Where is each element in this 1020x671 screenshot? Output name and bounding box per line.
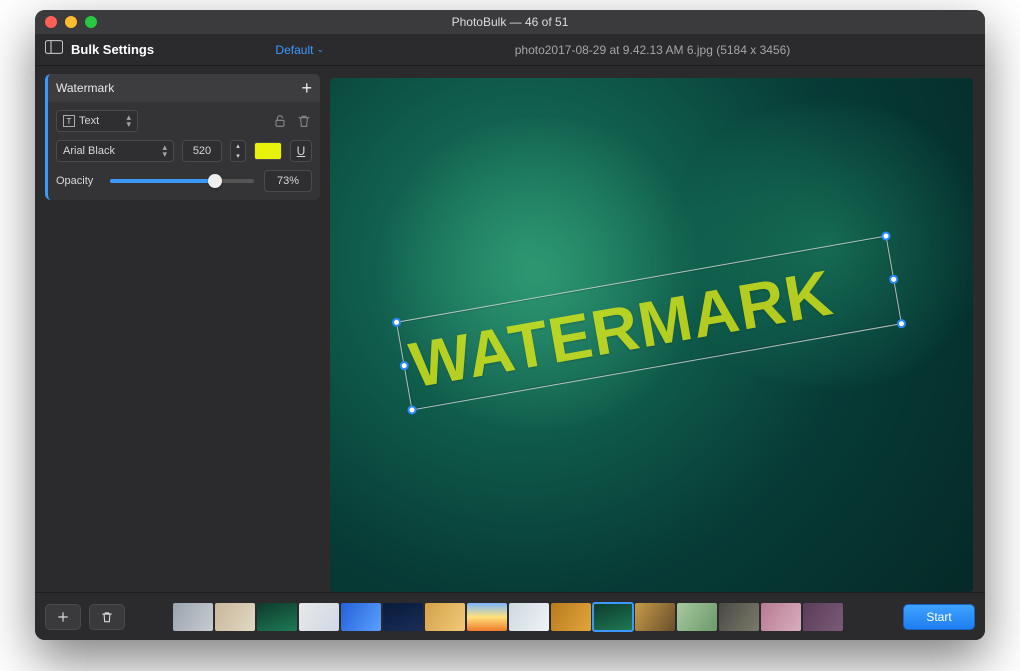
thumbnail[interactable] xyxy=(299,603,339,631)
app-window: PhotoBulk — 46 of 51 Bulk Settings Defau… xyxy=(35,10,985,640)
chevron-up-icon: ▴ xyxy=(231,141,245,151)
delete-images-button[interactable] xyxy=(89,604,125,630)
watermark-type-label: Text xyxy=(79,115,99,127)
chevron-down-icon: ⌄ xyxy=(316,44,324,55)
thumbnail[interactable] xyxy=(257,603,297,631)
watermark-panel: Watermark + T Text ▴▾ xyxy=(45,74,320,200)
slider-thumb[interactable] xyxy=(208,174,222,188)
text-type-icon: T xyxy=(63,115,75,127)
thumbnail[interactable] xyxy=(593,603,633,631)
watermark-panel-header[interactable]: Watermark + xyxy=(48,74,320,102)
font-dropdown[interactable]: Arial Black ▴▾ xyxy=(56,140,174,162)
thumbnail[interactable] xyxy=(551,603,591,631)
watermark-type-dropdown[interactable]: T Text ▴▾ xyxy=(56,110,138,132)
stepper-icon: ▴▾ xyxy=(162,144,167,158)
trash-icon[interactable] xyxy=(296,113,312,129)
color-swatch[interactable] xyxy=(254,142,282,160)
thumbnail[interactable] xyxy=(215,603,255,631)
thumbnail[interactable] xyxy=(635,603,675,631)
thumbnail[interactable] xyxy=(509,603,549,631)
window-title: PhotoBulk — 46 of 51 xyxy=(35,15,985,29)
watermark-section-title: Watermark xyxy=(56,81,114,95)
font-size-stepper[interactable]: ▴▾ xyxy=(230,140,246,162)
trash-icon xyxy=(100,610,114,624)
lock-open-icon[interactable] xyxy=(272,113,288,129)
titlebar: PhotoBulk — 46 of 51 xyxy=(35,10,985,34)
thumbnail[interactable] xyxy=(383,603,423,631)
thumbnail[interactable] xyxy=(341,603,381,631)
chevron-down-icon: ▾ xyxy=(231,151,245,161)
thumbnail[interactable] xyxy=(761,603,801,631)
stepper-icon: ▴▾ xyxy=(126,114,131,128)
opacity-label: Opacity xyxy=(56,175,100,187)
font-label: Arial Black xyxy=(63,145,115,157)
thumbnail[interactable] xyxy=(467,603,507,631)
opacity-value[interactable]: 73% xyxy=(264,170,312,192)
preview-area[interactable]: WATERMARK xyxy=(330,78,973,592)
footer: Start xyxy=(35,592,985,640)
underline-toggle[interactable]: U xyxy=(290,140,312,162)
slider-fill xyxy=(110,179,215,183)
toolbar: Bulk Settings Default ⌄ photo2017-08-29 … xyxy=(35,34,985,66)
sidebar: Watermark + T Text ▴▾ xyxy=(35,66,330,592)
toolbar-title: Bulk Settings xyxy=(71,42,154,57)
start-button-label: Start xyxy=(926,610,951,624)
thumbnail[interactable] xyxy=(803,603,843,631)
add-images-button[interactable] xyxy=(45,604,81,630)
font-size-field[interactable]: 520 xyxy=(182,140,222,162)
opacity-slider[interactable] xyxy=(110,179,254,183)
current-file-label: photo2017-08-29 at 9.42.13 AM 6.jpg (518… xyxy=(330,43,975,57)
plus-icon xyxy=(56,610,70,624)
thumbnail-strip[interactable] xyxy=(133,603,895,631)
thumbnail[interactable] xyxy=(425,603,465,631)
start-button[interactable]: Start xyxy=(903,604,975,630)
preset-dropdown[interactable]: Default ⌄ xyxy=(275,43,324,57)
thumbnail[interactable] xyxy=(173,603,213,631)
thumbnail[interactable] xyxy=(719,603,759,631)
add-watermark-button[interactable]: + xyxy=(301,79,312,97)
preset-label: Default xyxy=(275,43,313,57)
sidebar-toggle-icon[interactable] xyxy=(45,40,63,59)
thumbnail[interactable] xyxy=(677,603,717,631)
